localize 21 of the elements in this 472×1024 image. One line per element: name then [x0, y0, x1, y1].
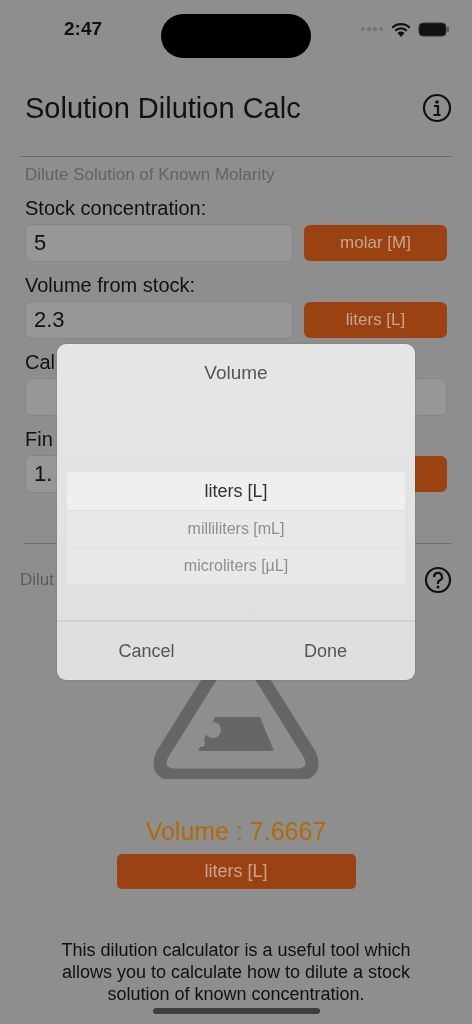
description-text: This dilution calculator is a useful tool which allows you to calculate how to dilute a stock solution of known concentration.: [60, 939, 412, 1005]
done-button[interactable]: Done: [236, 622, 415, 680]
unit-button[interactable]: liters [L]: [304, 302, 447, 338]
field-label: Fin: [25, 428, 53, 451]
picker-option[interactable]: liters [L]: [67, 472, 405, 511]
field-label: Cal: [25, 351, 55, 374]
status-time: 2:47: [64, 18, 103, 40]
unit-button[interactable]: liters [L]: [116, 854, 356, 889]
unit-button[interactable]: molar [M]: [304, 225, 447, 261]
input-field[interactable]: 5: [25, 224, 293, 262]
info-icon[interactable]: [422, 93, 452, 123]
wifi-icon: [391, 21, 411, 37]
battery-icon: [418, 21, 450, 37]
help-icon[interactable]: [424, 566, 452, 594]
input-field[interactable]: 2.3: [25, 301, 293, 339]
dialog-title: Volume: [204, 362, 268, 383]
app-title: Solution Dilution Calc: [25, 91, 301, 125]
cancel-button[interactable]: Cancel: [57, 622, 236, 680]
field-label: Volume from stock:: [25, 274, 196, 297]
result-value: Volume : 7.6667: [144, 817, 328, 846]
field-label: Stock concentration:: [25, 197, 207, 220]
